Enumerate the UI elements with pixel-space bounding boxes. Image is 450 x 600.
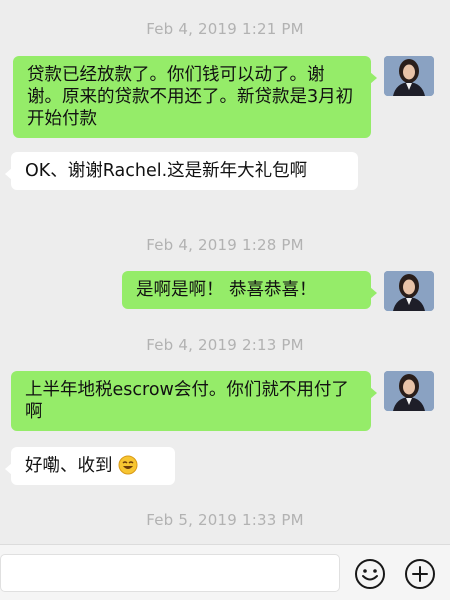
smiley-face-icon [355, 559, 385, 589]
more-options-button[interactable] [404, 558, 436, 590]
timestamp: Feb 5, 2019 1:33 PM [146, 511, 304, 529]
received-message-bubble[interactable]: OK、谢谢Rachel.这是新年大礼包啊 [5, 152, 358, 190]
message-text: 好嘞、收到 [25, 456, 113, 476]
avatar[interactable] [384, 271, 434, 311]
timestamp: Feb 4, 2019 2:13 PM [146, 336, 304, 354]
sent-message-bubble[interactable]: 是啊是啊！ 恭喜恭喜！ [122, 271, 377, 309]
sent-message-bubble[interactable]: 贷款已经放款了。你们钱可以动了。谢谢。原来的贷款不用还了。新贷款是3月初开始付款 [13, 56, 377, 138]
message-input-bar [0, 544, 450, 600]
avatar-photo-icon [384, 271, 434, 311]
message-input[interactable] [0, 554, 340, 592]
received-message-bubble[interactable]: 好嘞、收到 [5, 447, 175, 485]
plus-circle-icon [405, 559, 435, 589]
timestamp: Feb 4, 2019 1:21 PM [146, 20, 304, 38]
timestamp: Feb 4, 2019 1:28 PM [146, 236, 304, 254]
avatar[interactable] [384, 56, 434, 96]
avatar-photo-icon [384, 56, 434, 96]
avatar-photo-icon [384, 371, 434, 411]
grinning-face-emoji-icon [118, 455, 138, 475]
avatar[interactable] [384, 371, 434, 411]
emoji-button[interactable] [354, 558, 386, 590]
sent-message-bubble[interactable]: 上半年地税escrow会付。你们就不用付了啊 [11, 371, 377, 431]
